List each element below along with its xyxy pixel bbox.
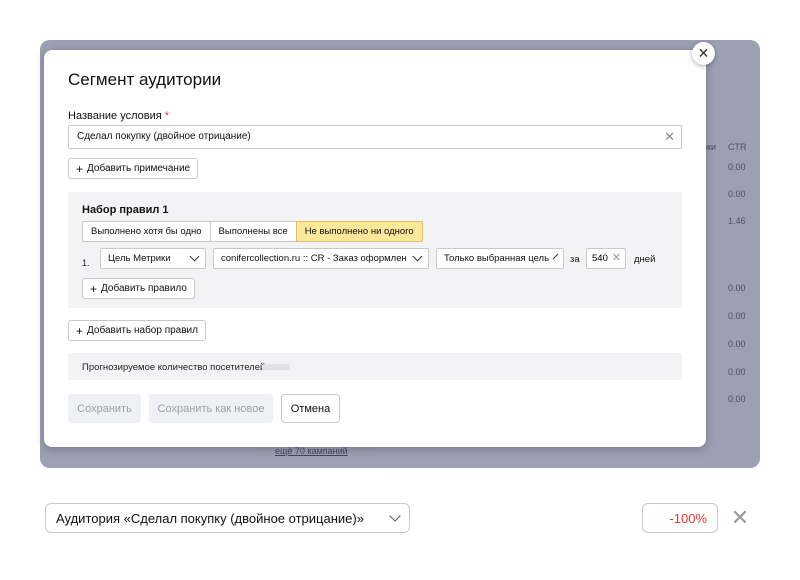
condition-name-label-text: Название условия <box>68 110 162 122</box>
bg-more-campaigns-link: ещё 70 кампаний <box>275 446 348 456</box>
ruleset-panel: Набор правил 1 Выполнено хотя бы одно Вы… <box>68 192 682 308</box>
required-mark: * <box>164 110 170 122</box>
bg-ctr-value: 0.00 <box>728 189 746 199</box>
bid-adjustment-input[interactable]: -100% <box>642 503 718 533</box>
bg-ctr-value: 0.00 <box>728 283 746 293</box>
chevron-down-icon <box>412 251 423 262</box>
audience-segment-modal: Сегмент аудитории Название условия * Сде… <box>44 50 706 447</box>
bid-adjustment-value: -100% <box>669 510 707 526</box>
condition-name-input[interactable]: Сделал покупку (двойное отрицание) ✕ <box>68 125 682 149</box>
remove-audience-icon[interactable]: ✕ <box>728 505 752 530</box>
bg-ctr-value: 1.46 <box>728 216 746 226</box>
add-note-button[interactable]: + Добавить примечание <box>68 158 199 179</box>
chevron-down-icon <box>552 253 559 260</box>
bg-ctr-value: 0.00 <box>728 367 746 377</box>
chevron-down-icon <box>389 510 401 522</box>
for-label: за <box>570 254 580 265</box>
bg-ctr-value: 0.00 <box>728 162 746 172</box>
bg-ctr-value: 0.00 <box>728 339 746 349</box>
clear-icon[interactable]: ✕ <box>612 249 621 268</box>
goal-scope-value: Только выбранная цель <box>444 253 550 264</box>
plus-icon: + <box>90 281 98 296</box>
cancel-button[interactable]: Отмена <box>281 394 340 423</box>
save-button[interactable]: Сохранить <box>68 394 141 423</box>
rule-type-value: Цель Метрики <box>108 253 171 264</box>
days-label: дней <box>634 254 656 265</box>
save-as-new-button[interactable]: Сохранить как новое <box>149 394 273 423</box>
add-ruleset-label: Добавить набор правил <box>87 325 198 336</box>
goal-select[interactable]: conifercollection.ru :: CR - Заказ оформ… <box>213 248 429 269</box>
rule-number: 1. <box>82 258 90 268</box>
ruleset-mode-selector: Выполнено хотя бы одно Выполнены все Не … <box>82 221 423 242</box>
add-rule-label: Добавить правило <box>101 283 187 294</box>
mode-at-least-one[interactable]: Выполнено хотя бы одно <box>82 221 211 242</box>
modal-title: Сегмент аудитории <box>68 70 222 89</box>
mode-all[interactable]: Выполнены все <box>209 221 297 242</box>
add-ruleset-button[interactable]: + Добавить набор правил <box>68 320 206 341</box>
goal-scope-select[interactable]: Только выбранная цель <box>436 248 564 269</box>
close-icon[interactable]: ✕ <box>692 42 715 65</box>
plus-icon: + <box>76 161 84 176</box>
rule-type-select[interactable]: Цель Метрики <box>100 248 206 269</box>
bg-ctr-value: 0.00 <box>728 394 746 404</box>
audience-select[interactable]: Аудитория «Сделал покупку (двойное отриц… <box>45 503 410 533</box>
bg-ctr-header: CTR <box>728 142 747 152</box>
goal-value: conifercollection.ru :: CR - Заказ оформ… <box>221 253 407 264</box>
forecast-panel: Прогнозируемое количество посетителей: <box>68 353 682 380</box>
clear-icon[interactable]: ✕ <box>664 126 675 148</box>
days-value: 540 <box>592 253 608 264</box>
mode-none[interactable]: Не выполнено ни одного <box>295 221 423 242</box>
plus-icon: + <box>76 323 84 338</box>
ruleset-title: Набор правил 1 <box>82 204 169 216</box>
audience-select-label: Аудитория «Сделал покупку (двойное отриц… <box>56 510 364 526</box>
forecast-label: Прогнозируемое количество посетителей: <box>82 362 268 373</box>
add-note-label: Добавить примечание <box>87 163 191 174</box>
bg-ctr-value: 0.00 <box>728 311 746 321</box>
add-rule-button[interactable]: + Добавить правило <box>82 278 195 299</box>
forecast-loading-placeholder <box>262 364 290 370</box>
days-input[interactable]: 540 ✕ <box>586 248 626 269</box>
condition-name-label: Название условия * <box>68 110 169 122</box>
condition-name-value: Сделал покупку (двойное отрицание) <box>77 131 251 142</box>
chevron-down-icon <box>189 251 200 262</box>
